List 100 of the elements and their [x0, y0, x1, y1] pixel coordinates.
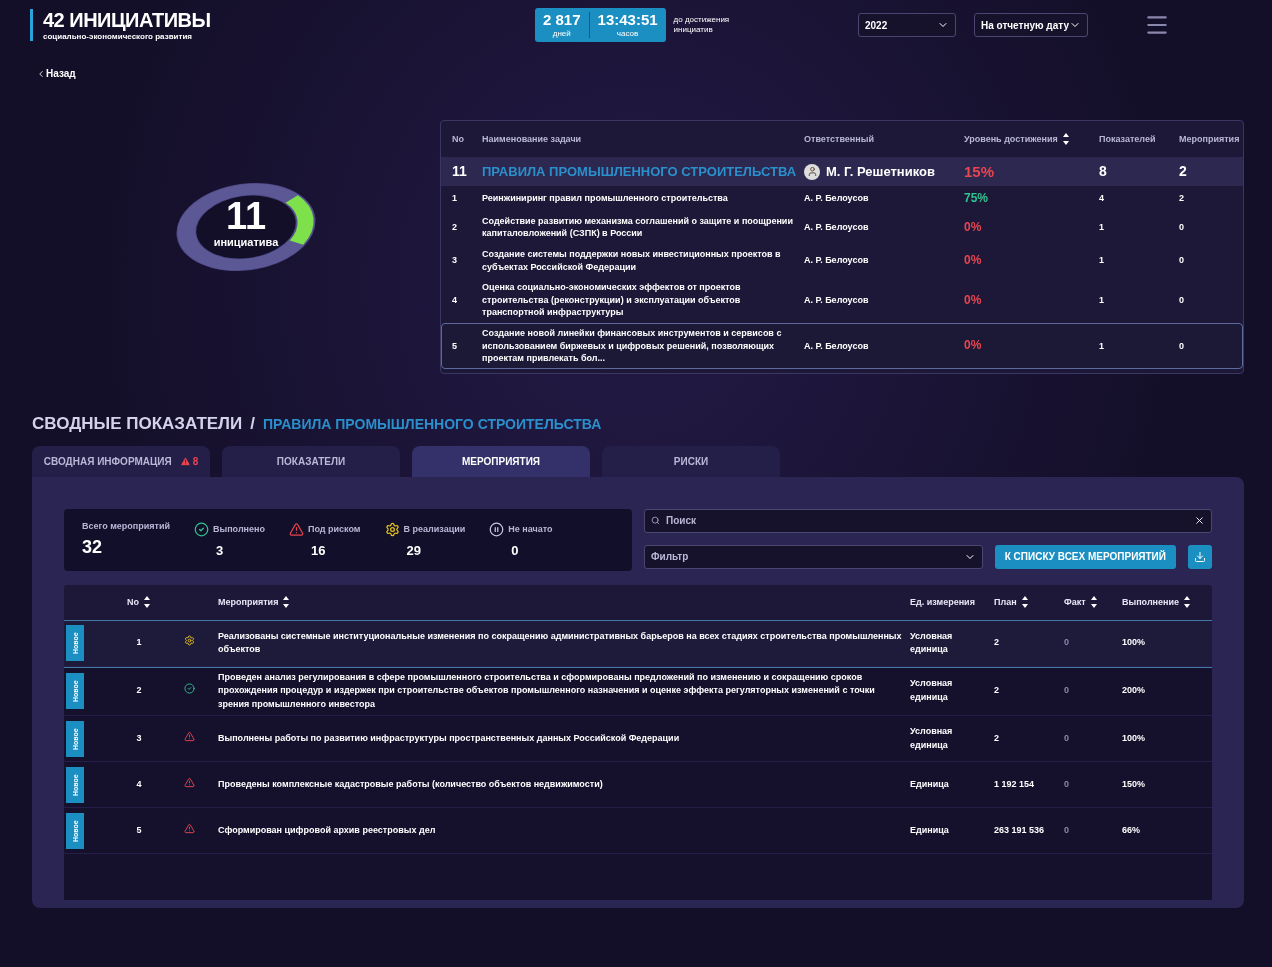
- task-name: Содействие развитию механизма соглашений о защите и поощрении капиталовложений (СЗПК) в России: [481, 214, 794, 241]
- search-input[interactable]: Поиск: [666, 515, 1188, 527]
- table-cell-text: 4: [451, 293, 458, 307]
- search-field[interactable]: Поиск: [644, 508, 1212, 533]
- table-cell-text: Условная единица: [909, 629, 954, 657]
- sort-icon[interactable]: [282, 595, 291, 610]
- owner-name: А. Р. Белоусов: [803, 221, 870, 235]
- table-cell-text: 263 191 536: [993, 824, 1046, 837]
- initiative-count: 11: [225, 195, 267, 237]
- achievement-level: 0%: [964, 253, 982, 268]
- close-icon[interactable]: [1194, 515, 1205, 527]
- warning-icon: [183, 823, 195, 834]
- table-cell-text: 1: [451, 192, 458, 206]
- table-cell-text: 1 192 154: [993, 778, 1036, 791]
- download-button[interactable]: [1188, 544, 1212, 569]
- table-cell-text: 3: [451, 254, 458, 268]
- table-cell-text: Единица: [909, 778, 950, 791]
- filter-input[interactable]: Фильтр: [651, 551, 958, 563]
- table-cell-text: 100%: [1121, 732, 1147, 745]
- event-name: Проведены комплексные кадастровые работы (количество объектов недвижимости): [217, 778, 604, 791]
- initiative-name: ПРАВИЛА ПРОМЫШЛЕННОГО СТРОИТЕЛЬСТВА: [481, 163, 798, 181]
- gear-icon: [384, 521, 400, 537]
- all-events-button[interactable]: К СПИСКУ ВСЕХ МЕРОПРИЯТИЙ: [994, 544, 1176, 569]
- table-cell-text: 2: [451, 221, 458, 235]
- column-header: Ед. измерения: [910, 597, 975, 608]
- initiative-row[interactable]: 11 ПРАВИЛА ПРОМЫШЛЕННОГО СТРОИТЕЛЬСТВА М. Г. Решетников 15% 8 2: [441, 157, 1243, 186]
- search-icon: [651, 516, 660, 526]
- app-subtitle: социально-экономического развития: [43, 32, 193, 41]
- stat-label: Всего мероприятий: [82, 521, 170, 532]
- sort-icon[interactable]: [1061, 132, 1070, 146]
- table-cell-text: 5: [135, 824, 143, 837]
- date-select[interactable]: На отчетную дату: [974, 13, 1088, 37]
- task-row[interactable]: 4 Оценка социально-экономических эффектов от проектов строительства (реконструкции) и эксплуатации объектов транспортной инфраструктуры А. Р. Белоусов 0% 1 0: [441, 277, 1243, 323]
- table-cell-text: 0: [1178, 339, 1185, 353]
- sort-icon[interactable]: [143, 595, 151, 610]
- task-name: Оценка социально-экономических эффектов от проектов строительства (реконструкции) и эксплуатации объектов транспортной инфраструктуры: [481, 281, 742, 320]
- table-cell-text: 0: [1063, 778, 1070, 791]
- task-row[interactable]: 3 Создание системы поддержки новых инвестиционных проектов в субъектах Российской Федерации А. Р. Белоусов 0% 1 0: [441, 244, 1243, 278]
- task-row[interactable]: 5 Создание новой линейки финансовых инструментов и сервисов с использованием биржевых и цифровых решений, позволяющих проектам привлекать бол... А. Р. Белоусов 0% 1 0: [441, 322, 1243, 369]
- owner-name: А. Р. Белоусов: [803, 339, 870, 353]
- days-count: 2 817: [543, 12, 581, 29]
- days-label: дней: [552, 28, 571, 38]
- warning-icon: [289, 521, 304, 537]
- stat-value: 3: [216, 542, 225, 558]
- table-cell-text: 2: [993, 636, 1000, 650]
- table-cell-text: 5: [451, 339, 458, 353]
- warning-badge: 8: [179, 455, 199, 467]
- chevron-left-icon: [36, 68, 46, 79]
- task-row[interactable]: 1 Реинжиниринг правил промышленного строительства А. Р. Белоусов 75% 4 2: [441, 186, 1243, 211]
- event-name: Выполнены работы по развитию инфраструктуры пространственных данных Российской Федерации: [217, 732, 681, 745]
- check-circle-icon: [194, 521, 209, 537]
- task-name: Создание системы поддержки новых инвестиционных проектов в субъектах Российской Федерации: [481, 248, 782, 274]
- table-cell-text: 1: [135, 636, 143, 650]
- warning-icon: [183, 777, 195, 788]
- table-cell-text: 1: [1098, 221, 1105, 235]
- gear-icon: [183, 635, 195, 647]
- achievement-level: 0%: [964, 292, 982, 307]
- table-cell-text: Условная единица: [909, 725, 954, 752]
- table-cell-text: 2: [135, 684, 143, 698]
- table-cell-text: 0: [1178, 254, 1185, 268]
- tab[interactable]: МЕРОПРИЯТИЯ: [412, 445, 590, 477]
- task-row[interactable]: 2 Содействие развитию механизма соглашений о защите и поощрении капиталовложений (СЗПК) в России А. Р. Белоусов 0% 1 0: [441, 210, 1243, 244]
- achievement-level: 75%: [964, 191, 989, 205]
- sort-icon[interactable]: [1089, 595, 1098, 610]
- year-select[interactable]: 2022: [858, 13, 956, 37]
- table-cell-text: 0: [1063, 684, 1070, 698]
- sort-icon[interactable]: [1020, 595, 1029, 610]
- stat-value: 16: [311, 542, 327, 558]
- initiative-label: инициатива: [213, 236, 279, 248]
- column-header: Мероприятия: [1178, 133, 1241, 146]
- sort-icon[interactable]: [1183, 595, 1192, 610]
- stat-value: 0: [511, 542, 520, 558]
- avatar: [804, 163, 820, 180]
- table-cell-text: 2: [993, 684, 1000, 698]
- table-cell-text: Условная единица: [909, 677, 954, 704]
- tab[interactable]: СВОДНАЯ ИНФОРМАЦИЯ 8: [32, 445, 210, 477]
- column-header: Наименование задачи: [481, 133, 583, 146]
- pause-icon: [489, 521, 505, 537]
- column-header[interactable]: Уровень достижения: [960, 122, 1095, 156]
- owner-name: А. Р. Белоусов: [803, 293, 870, 307]
- app-title: 42 ИНИЦИАТИВЫ: [43, 9, 212, 32]
- table-cell-text: 1: [1098, 339, 1105, 353]
- stat-value: 29: [406, 542, 422, 558]
- column-header: No: [451, 133, 465, 146]
- table-cell-text: 100%: [1121, 636, 1147, 650]
- stat-label: Под риском: [308, 524, 361, 535]
- table-cell-text: 150%: [1121, 778, 1147, 791]
- tab[interactable]: РИСКИ: [602, 445, 780, 477]
- time-label: часов: [616, 28, 639, 38]
- filter-field[interactable]: Фильтр: [644, 544, 983, 569]
- section-title: СВОДНЫЕ ПОКАЗАТЕЛИ: [32, 413, 243, 434]
- column-header: Выполнение: [1122, 597, 1180, 608]
- owner-name: А. Р. Белоусов: [803, 192, 870, 206]
- column-header: Мероприятия: [218, 597, 279, 608]
- table-cell-text: 1: [1098, 293, 1105, 307]
- tab[interactable]: ПОКАЗАТЕЛИ: [222, 445, 400, 477]
- task-name: Создание новой линейки финансовых инструментов и сервисов с использованием биржевых и цифровых решений, позволяющих проектам привлекать бол...: [481, 326, 783, 366]
- back-link[interactable]: Назад: [36, 68, 76, 79]
- table-cell-text: 8: [1098, 161, 1108, 181]
- stat-value: 32: [82, 537, 104, 559]
